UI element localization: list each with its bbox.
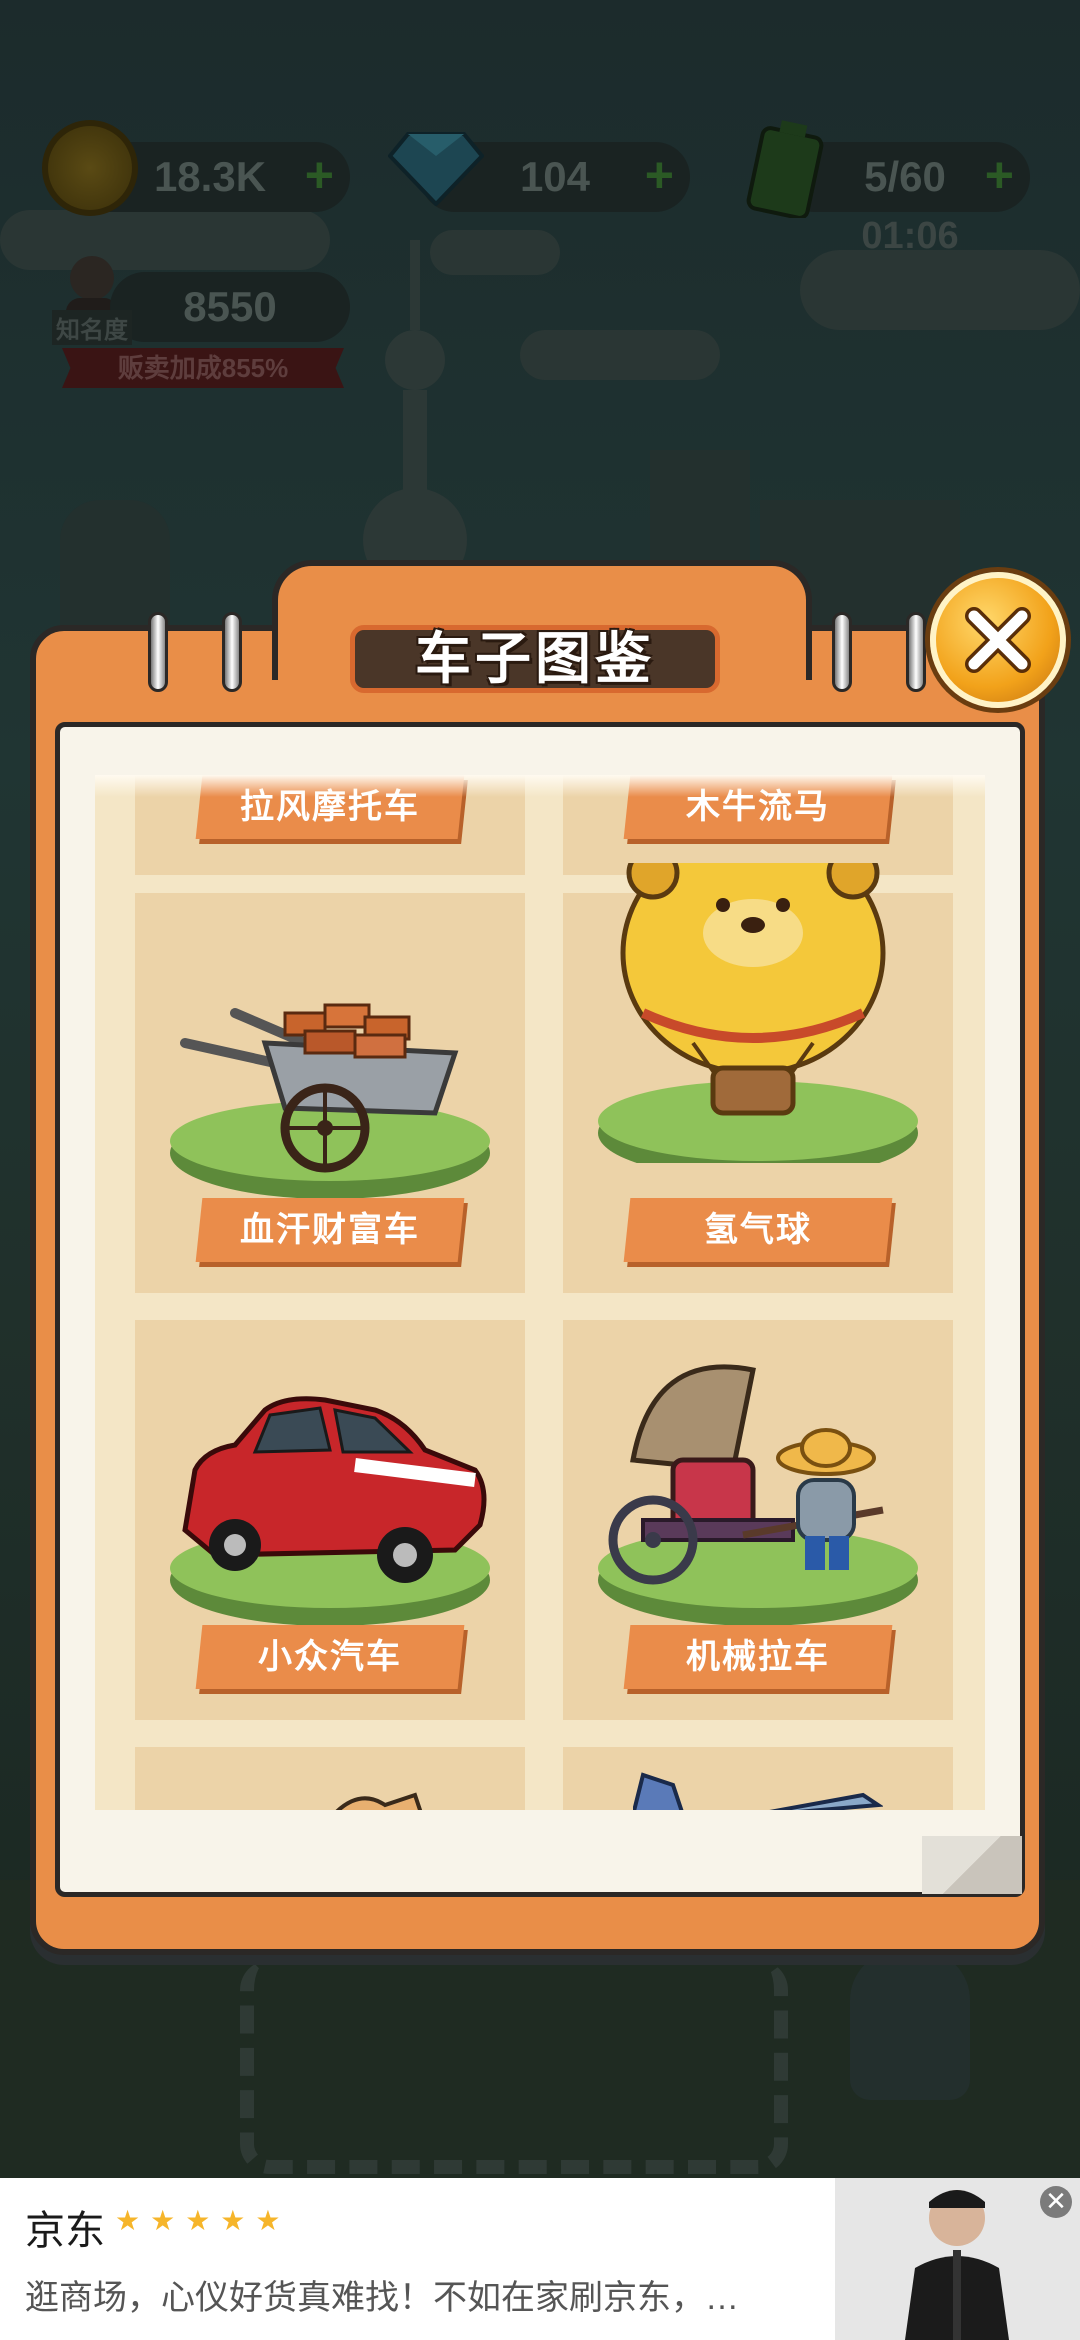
battery-icon (746, 120, 824, 218)
scroll-fade-top (95, 775, 985, 797)
ad-banner[interactable]: 京东 ★★★★★ 逛商场，心仪好货真难找！不如在家刷京东，… (0, 2178, 1080, 2340)
robot-rickshaw-icon (598, 1364, 918, 1626)
add-gems-icon[interactable]: + (645, 140, 674, 210)
binder-ring (148, 612, 168, 692)
ad-description: 逛商场，心仪好货真难找！不如在家刷京东，… (25, 2279, 739, 2317)
energy-timer: 01:06 (861, 215, 959, 257)
car-name: 机械拉车 (686, 1638, 830, 1676)
partial-vehicle-icon (335, 1792, 423, 1810)
car-name-label: 机械拉车 (623, 1625, 893, 1689)
close-button[interactable] (930, 572, 1066, 708)
close-icon (965, 607, 1031, 673)
npc-character (850, 1950, 970, 2100)
car-name: 小众汽车 (258, 1638, 402, 1676)
cloud (800, 250, 1080, 330)
red-car-icon (170, 1396, 490, 1626)
binder-ring (832, 612, 852, 692)
ad-title: 京东 (25, 2209, 105, 2253)
brick-wheelbarrow-icon (170, 1003, 490, 1199)
car-card[interactable]: 小众汽车 (135, 1320, 525, 1720)
cloud (520, 330, 720, 380)
car-name-label: 氢气球 (623, 1198, 893, 1262)
car-name: 血汗财富车 (240, 1211, 420, 1249)
bear-hot-air-balloon-icon (598, 863, 918, 1163)
car-card[interactable]: 血汗财富车 (135, 893, 525, 1293)
fame-counter: 8550 (110, 272, 350, 342)
sell-bonus-banner: 贩卖加成855% (62, 348, 344, 388)
car-card[interactable] (563, 1747, 953, 1810)
add-coins-icon[interactable]: + (305, 140, 334, 210)
diamond-icon (388, 132, 484, 206)
car-card[interactable]: 机械拉车 (563, 1320, 953, 1720)
car-grid[interactable]: 拉风摩托车 木牛流马 血汗财富车 氢气球 小众汽车 机械拉车 (95, 775, 985, 1810)
dialog-title: 车子图鉴 (350, 625, 720, 693)
fame-value: 8550 (183, 283, 277, 330)
ad-rating-stars: ★★★★★ (115, 2205, 291, 2236)
binder-ring (906, 612, 926, 692)
car-card[interactable]: 氢气球 (563, 863, 953, 1293)
car-card[interactable] (135, 1747, 525, 1810)
page-curl (922, 1836, 1022, 1894)
car-name-label: 小众汽车 (195, 1625, 465, 1689)
ad-close-button[interactable]: ✕ (1040, 2186, 1072, 2218)
stone-path (240, 1960, 788, 2174)
car-name: 氢气球 (704, 1211, 812, 1249)
add-energy-icon[interactable]: + (985, 140, 1014, 210)
coin-icon (42, 120, 138, 216)
car-name-label: 血汗财富车 (195, 1198, 465, 1262)
binder-ring (222, 612, 242, 692)
cloud (0, 210, 330, 270)
partial-vehicle-icon (633, 1772, 883, 1810)
fame-label: 知名度 (52, 310, 132, 345)
